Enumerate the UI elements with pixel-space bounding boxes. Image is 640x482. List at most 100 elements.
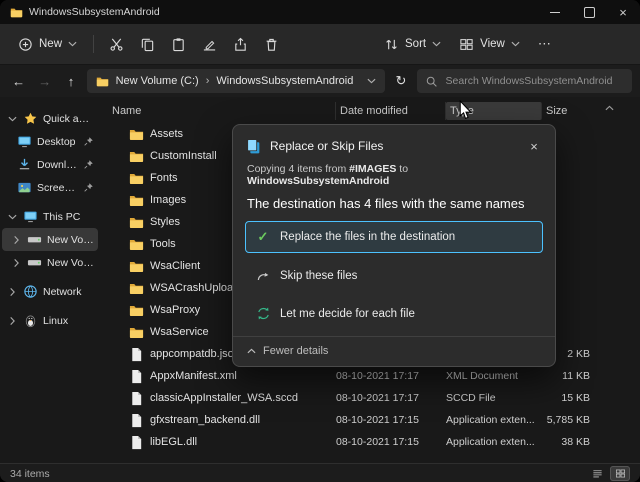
maximize-button[interactable] [572,0,606,24]
sidebar-item-this-pc[interactable]: This PC [2,205,98,228]
up-icon: ↑ [67,73,75,89]
pin-icon [83,136,94,147]
breadcrumb[interactable]: New Volume (C:) › WindowsSubsystemAndroi… [86,69,386,93]
view-button-label: View [480,38,505,50]
file-row[interactable]: libEGL.dll 08-10-2021 17:15 Application … [108,431,602,453]
delete-button[interactable] [257,31,286,58]
download-icon [16,157,32,172]
forward-icon: → [38,73,52,89]
refresh-button[interactable]: ↻ [390,69,411,93]
back-button[interactable]: ← [8,69,29,93]
pin-icon [83,159,94,170]
explorer-window: WindowsSubsystemAndroid × New Sort View [0,0,640,482]
search-input[interactable] [443,74,625,88]
check-icon: ✓ [257,229,269,244]
sort-button-label: Sort [405,38,427,50]
list-view-button[interactable] [587,466,607,481]
sidebar-item-network[interactable]: Network [2,280,98,303]
sidebar-item-label: Quick access [43,112,94,125]
file-date: 08-10-2021 17:17 [336,370,419,382]
sidebar-item-quick-access[interactable]: Quick access [2,107,98,130]
option-decide-each-file[interactable]: Let me decide for each file [245,298,543,329]
details-view-button[interactable] [610,466,630,481]
navigation-pane: Quick access Desktop Downloads Screensho… [0,97,100,463]
window-folder-icon [10,6,23,19]
rename-button[interactable] [195,31,224,58]
scrollbar[interactable] [602,97,616,463]
copy-destination: WindowsSubsystemAndroid [247,175,390,187]
copy-line-prefix: Copying 4 items from [247,163,350,175]
sidebar-item-label: Network [43,285,82,298]
back-icon: ← [12,73,26,89]
mouse-cursor [459,100,472,120]
chevron-down-icon [432,41,441,47]
file-row[interactable]: classicAppInstaller_WSA.sccd 08-10-2021 … [108,387,602,409]
network-icon [22,284,38,299]
column-header-date-modified[interactable]: Date modified [336,102,446,120]
file-name: classicAppInstaller_WSA.sccd [150,392,298,404]
refresh-icon: ↻ [395,73,407,88]
copy-source: #IMAGES [349,163,397,175]
file-icon [108,369,148,384]
scroll-up-icon[interactable] [605,105,614,111]
file-name: AppxManifest.xml [150,370,237,382]
up-button[interactable]: ↑ [60,69,81,93]
folder-icon [108,259,148,274]
chevron-right-icon [8,318,17,324]
file-icon [108,435,148,450]
folder-icon [108,215,148,230]
file-row[interactable]: AppxManifest.xml 08-10-2021 17:17 XML Do… [108,365,602,387]
sidebar-item-desktop[interactable]: Desktop [2,130,98,153]
folder-icon [108,193,148,208]
more-options-button[interactable]: ⋯ [530,32,559,56]
sidebar-item-label: New Volume (D:) [47,256,94,269]
option-skip-files[interactable]: Skip these files [245,260,543,291]
cut-button[interactable] [102,31,131,58]
copy-button[interactable] [133,31,162,58]
file-icon [108,391,148,406]
view-icon [459,37,474,52]
file-icon [108,413,148,428]
sidebar-item-linux[interactable]: Linux [2,309,98,332]
view-button[interactable]: View [451,31,528,58]
sidebar-item-label: New Volume (C:) [47,233,94,246]
sidebar-item-screenshots[interactable]: Screenshots [2,176,98,199]
chevron-down-icon [8,116,17,122]
rename-icon [202,37,217,52]
column-header-label: Date modified [340,105,408,117]
cut-icon [109,37,124,52]
paste-button[interactable] [164,31,193,58]
dialog-close-button[interactable]: × [521,134,547,158]
sidebar-item-new-volume-d[interactable]: New Volume (D:) [2,251,98,274]
breadcrumb-segment-folder[interactable]: WindowsSubsystemAndroid [216,75,353,87]
desktop-icon [16,134,32,149]
sidebar-item-new-volume-c[interactable]: New Volume (C:) [2,228,98,251]
close-button[interactable]: × [606,0,640,24]
copy-files-icon [245,138,262,155]
close-icon: × [619,4,627,20]
breadcrumb-separator-icon: › [205,75,210,87]
computer-icon [22,209,38,224]
minimize-button[interactable] [538,0,572,24]
sidebar-item-label: Linux [43,314,69,327]
sidebar-item-downloads[interactable]: Downloads [2,153,98,176]
folder-icon [108,237,148,252]
view-toggles [587,466,630,481]
ellipsis-icon: ⋯ [537,36,551,51]
new-button[interactable]: New [10,31,85,58]
forward-button[interactable]: → [34,69,55,93]
drive-icon [26,255,42,270]
column-header-size[interactable]: Size [542,102,590,120]
file-row[interactable]: gfxstream_backend.dll 08-10-2021 17:15 A… [108,409,602,431]
fewer-details-toggle[interactable]: Fewer details [233,336,555,366]
option-replace-files[interactable]: ✓ Replace the files in the destination [245,221,543,253]
file-type: Application exten... [446,414,535,426]
share-button[interactable] [226,31,255,58]
picture-icon [16,180,32,195]
chevron-right-icon [12,237,21,243]
chevron-down-icon[interactable] [367,78,376,84]
sort-button[interactable]: Sort [376,31,449,58]
column-header-name[interactable]: Name [108,102,336,120]
list-view-icon [592,468,603,479]
breadcrumb-segment-drive[interactable]: New Volume (C:) [116,75,199,87]
